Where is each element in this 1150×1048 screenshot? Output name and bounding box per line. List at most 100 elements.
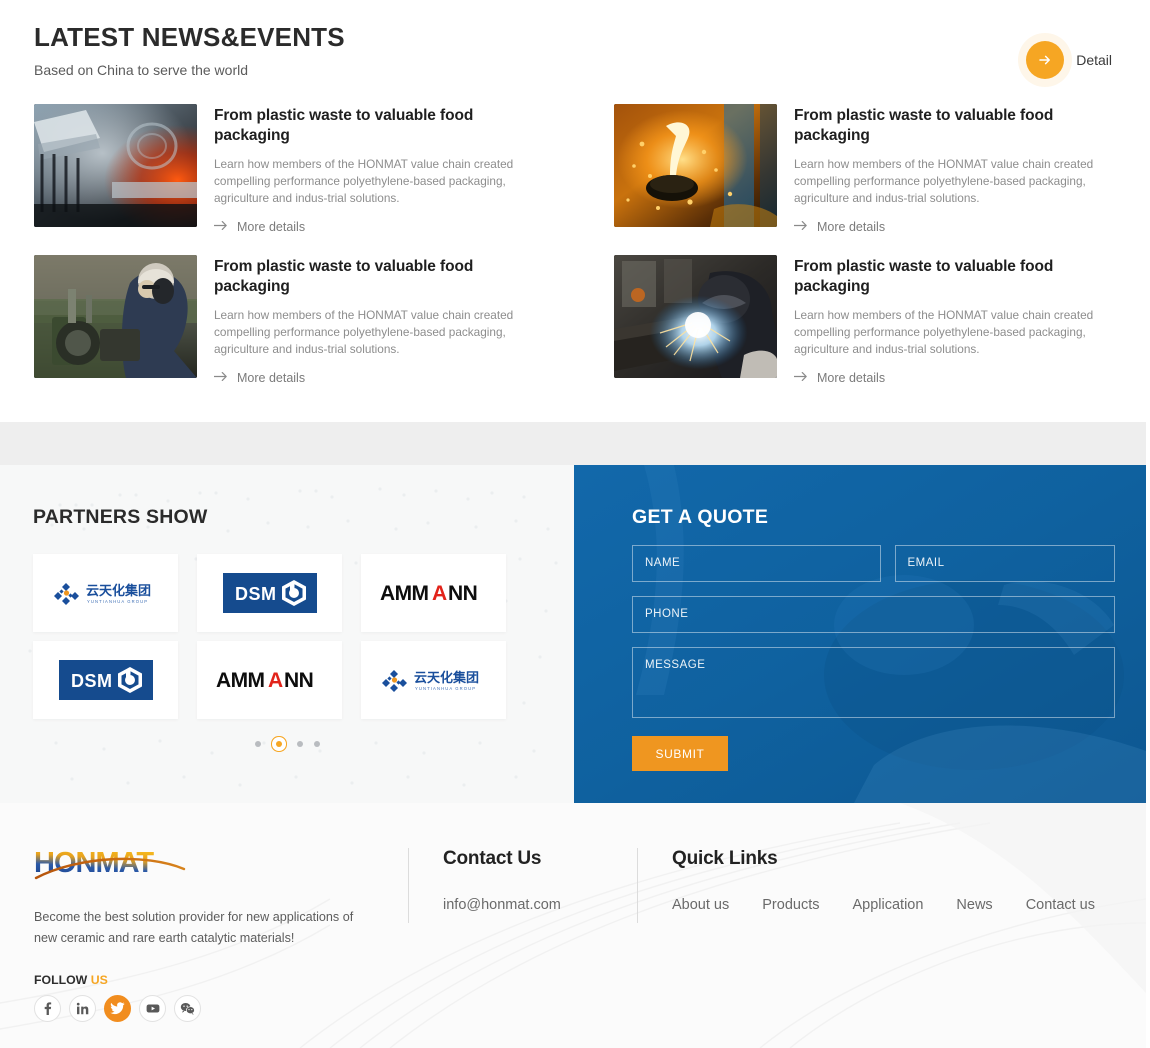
news-card-desc: Learn how members of the HONMAT value ch…	[794, 307, 1114, 358]
quote-title: GET A QUOTE	[632, 506, 768, 529]
partner-logo-yuntianhua[interactable]: 云天化集团 YUNTIANHUA GROUP	[33, 554, 178, 632]
arrow-right-icon	[794, 369, 808, 387]
svg-text:DSM: DSM	[235, 584, 277, 604]
svg-text:YUNTIANHUA GROUP: YUNTIANHUA GROUP	[87, 599, 148, 604]
news-card[interactable]: From plastic waste to valuable food pack…	[614, 104, 1114, 236]
news-card-body: From plastic waste to valuable food pack…	[214, 255, 534, 387]
arrow-right-icon	[214, 369, 228, 387]
detail-label: Detail	[1076, 52, 1112, 68]
partners-carousel-dots	[0, 737, 574, 751]
svg-text:云天化集团: 云天化集团	[414, 670, 479, 686]
more-details-label: More details	[817, 371, 885, 385]
quick-link-products[interactable]: Products	[762, 897, 819, 913]
partner-logo-ammann[interactable]: AMM A NN	[197, 641, 342, 719]
get-a-quote-section: GET A QUOTE SUBMIT	[574, 465, 1146, 803]
site-footer: HONMAT Become the best solution provider…	[0, 803, 1146, 1048]
svg-text:NN: NN	[284, 669, 313, 691]
partners-title: PARTNERS SHOW	[33, 506, 208, 529]
news-card-body: From plastic waste to valuable food pack…	[794, 255, 1114, 387]
name-input[interactable]	[632, 545, 881, 582]
yuntianhua-group-logo: 云天化集团 YUNTIANHUA GROUP	[382, 667, 486, 693]
svg-text:A: A	[432, 582, 447, 604]
partners-quote-row: PARTNERS SHOW 云天化集团	[0, 465, 1146, 803]
follow-us-highlight: US	[91, 973, 108, 987]
detail-button[interactable]: Detail	[1026, 41, 1112, 79]
arrow-right-icon	[214, 218, 228, 236]
message-input[interactable]	[632, 647, 1115, 718]
svg-text:A: A	[268, 669, 283, 691]
partner-logo-ammann[interactable]: AMM A NN	[361, 554, 506, 632]
news-card[interactable]: From plastic waste to valuable food pack…	[34, 104, 534, 236]
follow-us-text: FOLLOW	[34, 973, 91, 987]
news-subtitle: Based on China to serve the world	[34, 62, 345, 78]
quick-link-application[interactable]: Application	[852, 897, 923, 913]
news-card-desc: Learn how members of the HONMAT value ch…	[214, 307, 534, 358]
partner-logo-dsm[interactable]: DSM	[197, 554, 342, 632]
more-details-link[interactable]: More details	[214, 218, 534, 236]
more-details-label: More details	[817, 220, 885, 234]
news-thumbnail-machinist	[34, 255, 197, 378]
svg-text:NN: NN	[448, 582, 477, 604]
footer-contact-column: Contact Us info@honmat.com	[408, 848, 561, 923]
arrow-right-icon	[1026, 41, 1064, 79]
quote-form: SUBMIT	[632, 545, 1115, 771]
quick-link-news[interactable]: News	[956, 897, 992, 913]
quick-link-about-us[interactable]: About us	[672, 897, 729, 913]
news-card-body: From plastic waste to valuable food pack…	[214, 104, 534, 236]
news-thumbnail-exhaust	[34, 104, 197, 227]
ammann-logo: AMM A NN	[380, 582, 488, 604]
partners-logo-grid: 云天化集团 YUNTIANHUA GROUP DSM	[33, 554, 506, 719]
more-details-link[interactable]: More details	[214, 369, 534, 387]
wechat-icon[interactable]	[174, 995, 201, 1022]
phone-input[interactable]	[632, 596, 1115, 633]
yuntianhua-group-logo: 云天化集团 YUNTIANHUA GROUP	[54, 580, 158, 606]
news-card-body: From plastic waste to valuable food pack…	[794, 104, 1114, 236]
contact-us-title: Contact Us	[443, 848, 561, 870]
news-card-title: From plastic waste to valuable food pack…	[214, 257, 534, 297]
honmat-logo: HONMAT	[34, 847, 186, 881]
news-card-title: From plastic waste to valuable food pack…	[214, 106, 534, 146]
submit-button[interactable]: SUBMIT	[632, 736, 728, 771]
footer-quick-links-column: Quick Links About us Products Applicatio…	[637, 848, 1095, 923]
svg-text:DSM: DSM	[71, 671, 113, 691]
arrow-right-icon	[794, 218, 808, 236]
carousel-dot[interactable]	[297, 741, 303, 747]
email-input[interactable]	[895, 545, 1115, 582]
page-title: LATEST NEWS&EVENTS	[34, 20, 345, 54]
more-details-label: More details	[237, 371, 305, 385]
section-divider-band	[0, 422, 1146, 465]
contact-email[interactable]: info@honmat.com	[443, 897, 561, 913]
footer-tagline: Become the best solution provider for ne…	[34, 907, 364, 949]
more-details-link[interactable]: More details	[794, 369, 1114, 387]
ammann-logo: AMM A NN	[216, 669, 324, 691]
page-right-gutter	[1146, 0, 1150, 1048]
news-thumbnail-welding	[614, 255, 777, 378]
footer-logo[interactable]: HONMAT	[34, 847, 186, 886]
quick-link-contact-us[interactable]: Contact us	[1026, 897, 1095, 913]
svg-text:AMM: AMM	[380, 582, 428, 604]
news-thumbnail-foundry	[614, 104, 777, 227]
more-details-label: More details	[237, 220, 305, 234]
facebook-icon[interactable]	[34, 995, 61, 1022]
twitter-icon[interactable]	[104, 995, 131, 1022]
news-grid: From plastic waste to valuable food pack…	[34, 104, 1114, 387]
news-card[interactable]: From plastic waste to valuable food pack…	[34, 255, 534, 387]
svg-text:云天化集团: 云天化集团	[86, 583, 151, 599]
quick-links-title: Quick Links	[672, 848, 1095, 870]
news-card-desc: Learn how members of the HONMAT value ch…	[214, 156, 534, 207]
svg-text:HONMAT: HONMAT	[34, 847, 154, 879]
carousel-dot[interactable]	[255, 741, 261, 747]
dsm-logo: DSM	[59, 660, 153, 700]
news-card[interactable]: From plastic waste to valuable food pack…	[614, 255, 1114, 387]
more-details-link[interactable]: More details	[794, 218, 1114, 236]
youtube-icon[interactable]	[139, 995, 166, 1022]
social-links	[34, 995, 201, 1022]
news-card-title: From plastic waste to valuable food pack…	[794, 106, 1114, 146]
carousel-dot[interactable]	[314, 741, 320, 747]
carousel-dot-active[interactable]	[276, 741, 282, 747]
follow-us-label: FOLLOW US	[34, 971, 108, 989]
partners-show-section: PARTNERS SHOW 云天化集团	[0, 465, 574, 803]
linkedin-icon[interactable]	[69, 995, 96, 1022]
partner-logo-dsm[interactable]: DSM	[33, 641, 178, 719]
partner-logo-yuntianhua[interactable]: 云天化集团 YUNTIANHUA GROUP	[361, 641, 506, 719]
